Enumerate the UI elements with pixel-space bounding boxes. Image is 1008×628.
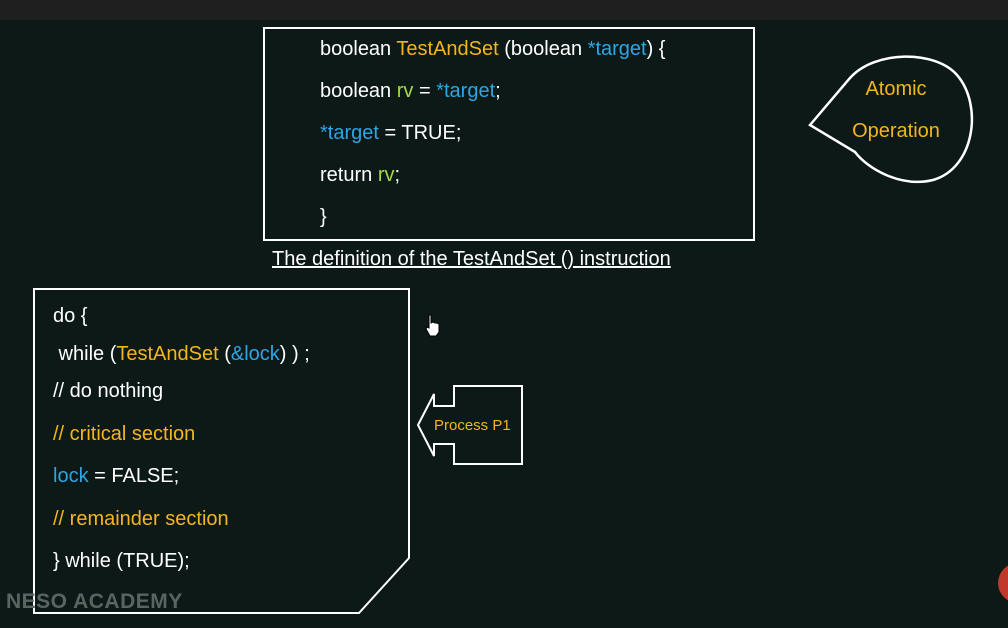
bubble-line-1: Atomic — [865, 78, 927, 100]
def-line-3: *target = TRUE; — [320, 122, 462, 144]
def-line-1: boolean TestAndSet (boolean *target) { — [320, 38, 666, 60]
bubble-line-2: Operation — [852, 120, 940, 142]
video-top-bar — [0, 0, 1008, 20]
loop-line-3: // do nothing — [53, 380, 164, 402]
def-line-5: } — [320, 206, 327, 228]
process-label: Process P1 — [434, 417, 511, 434]
loop-line-6: // remainder section — [53, 508, 229, 530]
definition-code-box: boolean TestAndSet (boolean *target) { b… — [263, 27, 755, 241]
channel-avatar — [998, 563, 1008, 603]
loop-line-4: // critical section — [53, 423, 196, 445]
loop-line-2: while (TestAndSet (&lock) ) ; — [53, 343, 310, 365]
atomic-operation-bubble — [808, 55, 974, 183]
watermark: NESO ACADEMY — [6, 590, 183, 613]
hand-cursor-icon — [425, 314, 440, 337]
loop-line-7: } while (TRUE); — [53, 550, 190, 572]
loop-line-1: do { — [53, 305, 88, 327]
loop-line-5: lock = FALSE; — [53, 465, 180, 487]
def-line-4: return rv; — [320, 164, 401, 186]
definition-caption: The definition of the TestAndSet () inst… — [272, 248, 671, 270]
def-line-2: boolean rv = *target; — [320, 80, 501, 102]
